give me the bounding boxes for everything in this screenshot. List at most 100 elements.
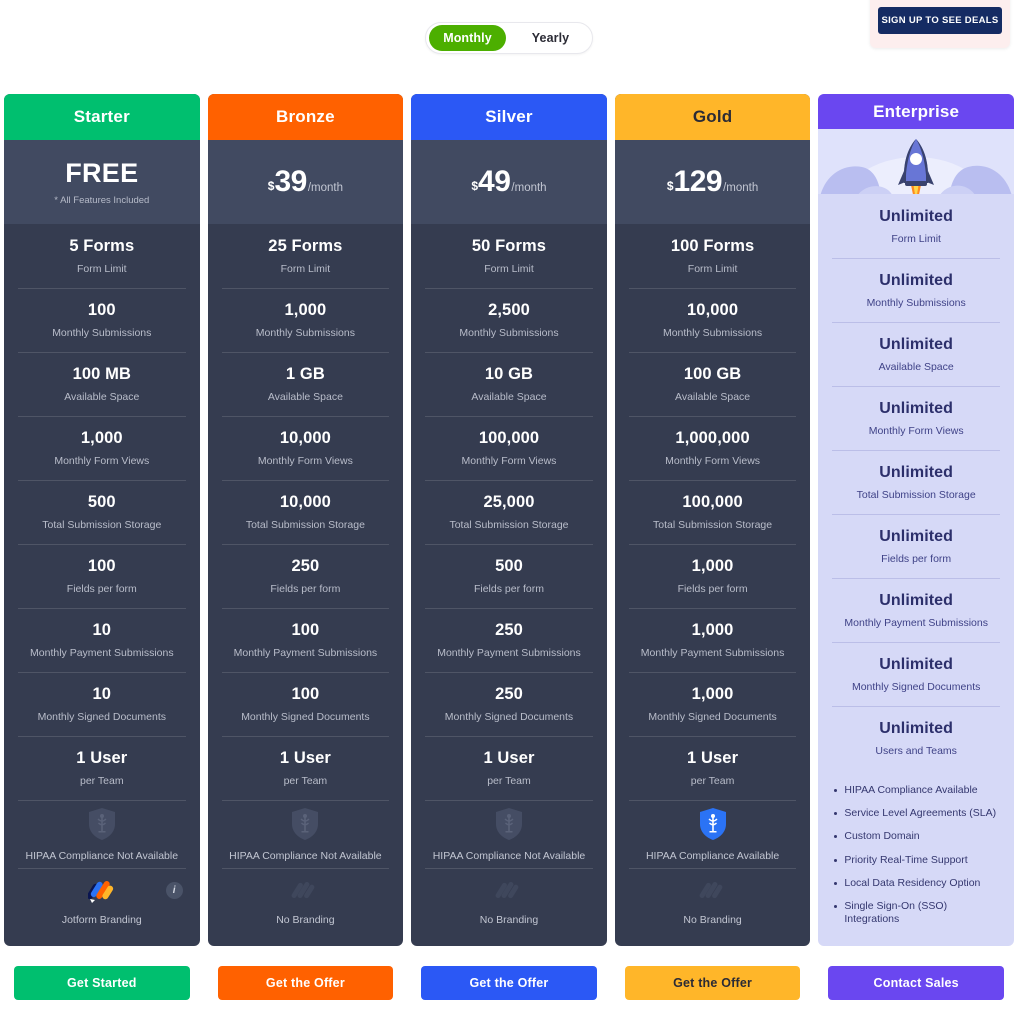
feature-label: Monthly Signed Documents bbox=[851, 680, 981, 693]
sign-up-to-see-deals-button[interactable]: SIGN UP TO SEE DEALS bbox=[878, 7, 1002, 34]
feature-list: 25 Forms Form Limit 1,000 Monthly Submissio… bbox=[208, 224, 404, 946]
billing-toggle-option-monthly[interactable]: Monthly bbox=[429, 25, 506, 51]
cta-button-silver[interactable]: Get the Offer bbox=[421, 966, 597, 1000]
billing-period-toggle[interactable]: Monthly Yearly bbox=[425, 22, 593, 54]
bullet-icon bbox=[834, 835, 838, 839]
cta-button-gold[interactable]: Get the Offer bbox=[624, 966, 801, 1000]
feature-label: Monthly Payment Submissions bbox=[233, 647, 378, 659]
hipaa-row: HIPAA Compliance Not Available bbox=[411, 800, 607, 868]
hipaa-shield-icon bbox=[699, 807, 726, 840]
feature-row: 1 User per Team bbox=[615, 736, 811, 800]
plan-price-box: $129/month bbox=[614, 140, 811, 224]
feature-row: 1 User per Team bbox=[411, 736, 607, 800]
feature-row: 250 Monthly Signed Documents bbox=[411, 672, 607, 736]
feature-row: 500 Fields per form bbox=[411, 544, 607, 608]
currency-symbol: $ bbox=[666, 179, 674, 193]
feature-row: 5 Forms Form Limit bbox=[4, 224, 200, 288]
feature-value: 10,000 bbox=[279, 429, 331, 447]
feature-label: Monthly Signed Documents bbox=[648, 711, 777, 723]
branding-row: No Branding bbox=[208, 868, 404, 936]
feature-row: Unlimited Monthly Form Views bbox=[818, 386, 1014, 450]
feature-value: 5 Forms bbox=[69, 237, 135, 255]
plan-card: Gold $129/month 100 Forms Form Limit 10,000 M… bbox=[614, 94, 811, 946]
feature-row: 100,000 Monthly Form Views bbox=[411, 416, 607, 480]
cta-cell: Get the Offer bbox=[407, 966, 611, 1000]
feature-label: Total Submission Storage bbox=[245, 519, 365, 531]
feature-value: 250 bbox=[291, 557, 320, 575]
bullet-text: Single Sign-On (SSO) Integrations bbox=[844, 899, 948, 925]
billing-toggle-option-yearly[interactable]: Yearly bbox=[512, 25, 589, 51]
bullet-icon bbox=[834, 904, 838, 908]
hipaa-row: HIPAA Compliance Not Available bbox=[4, 800, 200, 868]
bullet-text: Custom Domain bbox=[844, 830, 920, 843]
feature-label: Monthly Form Views bbox=[54, 455, 150, 467]
price-line: $129/month bbox=[667, 165, 758, 199]
branding-row: No Branding bbox=[411, 868, 607, 936]
feature-label: per Team bbox=[283, 775, 328, 787]
hipaa-label: HIPAA Compliance Not Available bbox=[25, 849, 179, 862]
feature-value: 1 User bbox=[687, 749, 739, 767]
feature-label: Form Limit bbox=[77, 263, 127, 275]
cta-button-bronze[interactable]: Get the Offer bbox=[217, 966, 394, 1000]
feature-value: Unlimited bbox=[879, 335, 954, 353]
cta-button-starter[interactable]: Get Started bbox=[14, 966, 190, 1000]
feature-label: Form Limit bbox=[687, 263, 738, 275]
no-branding-icon bbox=[495, 881, 519, 898]
feature-label: Monthly Submissions bbox=[459, 327, 559, 339]
branding-label: No Branding bbox=[683, 913, 742, 926]
hipaa-label: HIPAA Compliance Available bbox=[645, 849, 780, 862]
feature-value: 1,000,000 bbox=[675, 429, 750, 447]
branding-info-icon[interactable]: i bbox=[165, 882, 183, 899]
plan-price-box: $49/month bbox=[411, 140, 607, 224]
pricing-plan-grid: Starter FREE * All Features Included 5 Form… bbox=[0, 94, 1018, 946]
feature-value: 1,000 bbox=[284, 301, 327, 319]
feature-label: per Team bbox=[690, 775, 735, 787]
feature-row: Unlimited Total Submission Storage bbox=[818, 450, 1014, 514]
bullet-text: HIPAA Compliance Available bbox=[844, 784, 978, 797]
feature-row: 500 Total Submission Storage bbox=[4, 480, 200, 544]
plan-column-silver: Silver $49/month 50 Forms Form Limit 2,500 Mo… bbox=[407, 94, 611, 946]
enterprise-feature-bullets: HIPAA Compliance Available Service Level … bbox=[818, 770, 1014, 946]
feature-label: Fields per form bbox=[677, 583, 748, 595]
price-amount: 39 bbox=[274, 165, 307, 198]
bullet-icon bbox=[834, 789, 838, 793]
price-line: $39/month bbox=[268, 165, 343, 199]
cta-cell: Get the Offer bbox=[611, 966, 815, 1000]
feature-label: Available Space bbox=[64, 391, 140, 403]
feature-row: 1 GB Available Space bbox=[208, 352, 404, 416]
feature-value: 10,000 bbox=[687, 301, 739, 319]
feature-row: 10 Monthly Signed Documents bbox=[4, 672, 200, 736]
feature-label: Monthly Payment Submissions bbox=[844, 616, 988, 629]
feature-value: Unlimited bbox=[879, 655, 954, 673]
feature-row: 250 Fields per form bbox=[208, 544, 404, 608]
feature-row: 25,000 Total Submission Storage bbox=[411, 480, 607, 544]
feature-row: 1,000 Monthly Signed Documents bbox=[615, 672, 811, 736]
branding-label: No Branding bbox=[479, 913, 539, 926]
plan-name-header: Enterprise bbox=[818, 94, 1014, 130]
feature-row: 10 GB Available Space bbox=[411, 352, 607, 416]
feature-value: Unlimited bbox=[879, 399, 954, 417]
list-item: HIPAA Compliance Available bbox=[834, 784, 1002, 797]
feature-row: 100 Forms Form Limit bbox=[615, 224, 811, 288]
feature-label: Monthly Payment Submissions bbox=[30, 647, 174, 659]
feature-label: Monthly Payment Submissions bbox=[640, 647, 785, 659]
hipaa-shield-icon bbox=[292, 807, 319, 840]
feature-label: Available Space bbox=[471, 391, 547, 403]
feature-label: per Team bbox=[80, 775, 124, 787]
branding-label: Jotform Branding bbox=[61, 913, 142, 926]
hipaa-label: HIPAA Compliance Not Available bbox=[229, 849, 382, 862]
plan-price-box: $39/month bbox=[207, 140, 404, 224]
feature-label: Monthly Form Views bbox=[665, 455, 761, 467]
feature-label: Monthly Submissions bbox=[52, 327, 152, 339]
feature-row: Unlimited Form Limit bbox=[818, 194, 1014, 258]
cta-button-enterprise[interactable]: Contact Sales bbox=[828, 966, 1004, 1000]
plan-card: Starter FREE * All Features Included 5 Form… bbox=[4, 94, 200, 946]
feature-row: 10,000 Monthly Form Views bbox=[208, 416, 404, 480]
feature-label: Fields per form bbox=[270, 583, 341, 595]
feature-row: Unlimited Fields per form bbox=[818, 514, 1014, 578]
bullet-icon bbox=[834, 812, 838, 816]
list-item: Local Data Residency Option bbox=[834, 877, 1002, 890]
feature-row: 25 Forms Form Limit bbox=[208, 224, 404, 288]
feature-value: 50 Forms bbox=[471, 237, 547, 255]
bullet-icon bbox=[834, 858, 838, 862]
